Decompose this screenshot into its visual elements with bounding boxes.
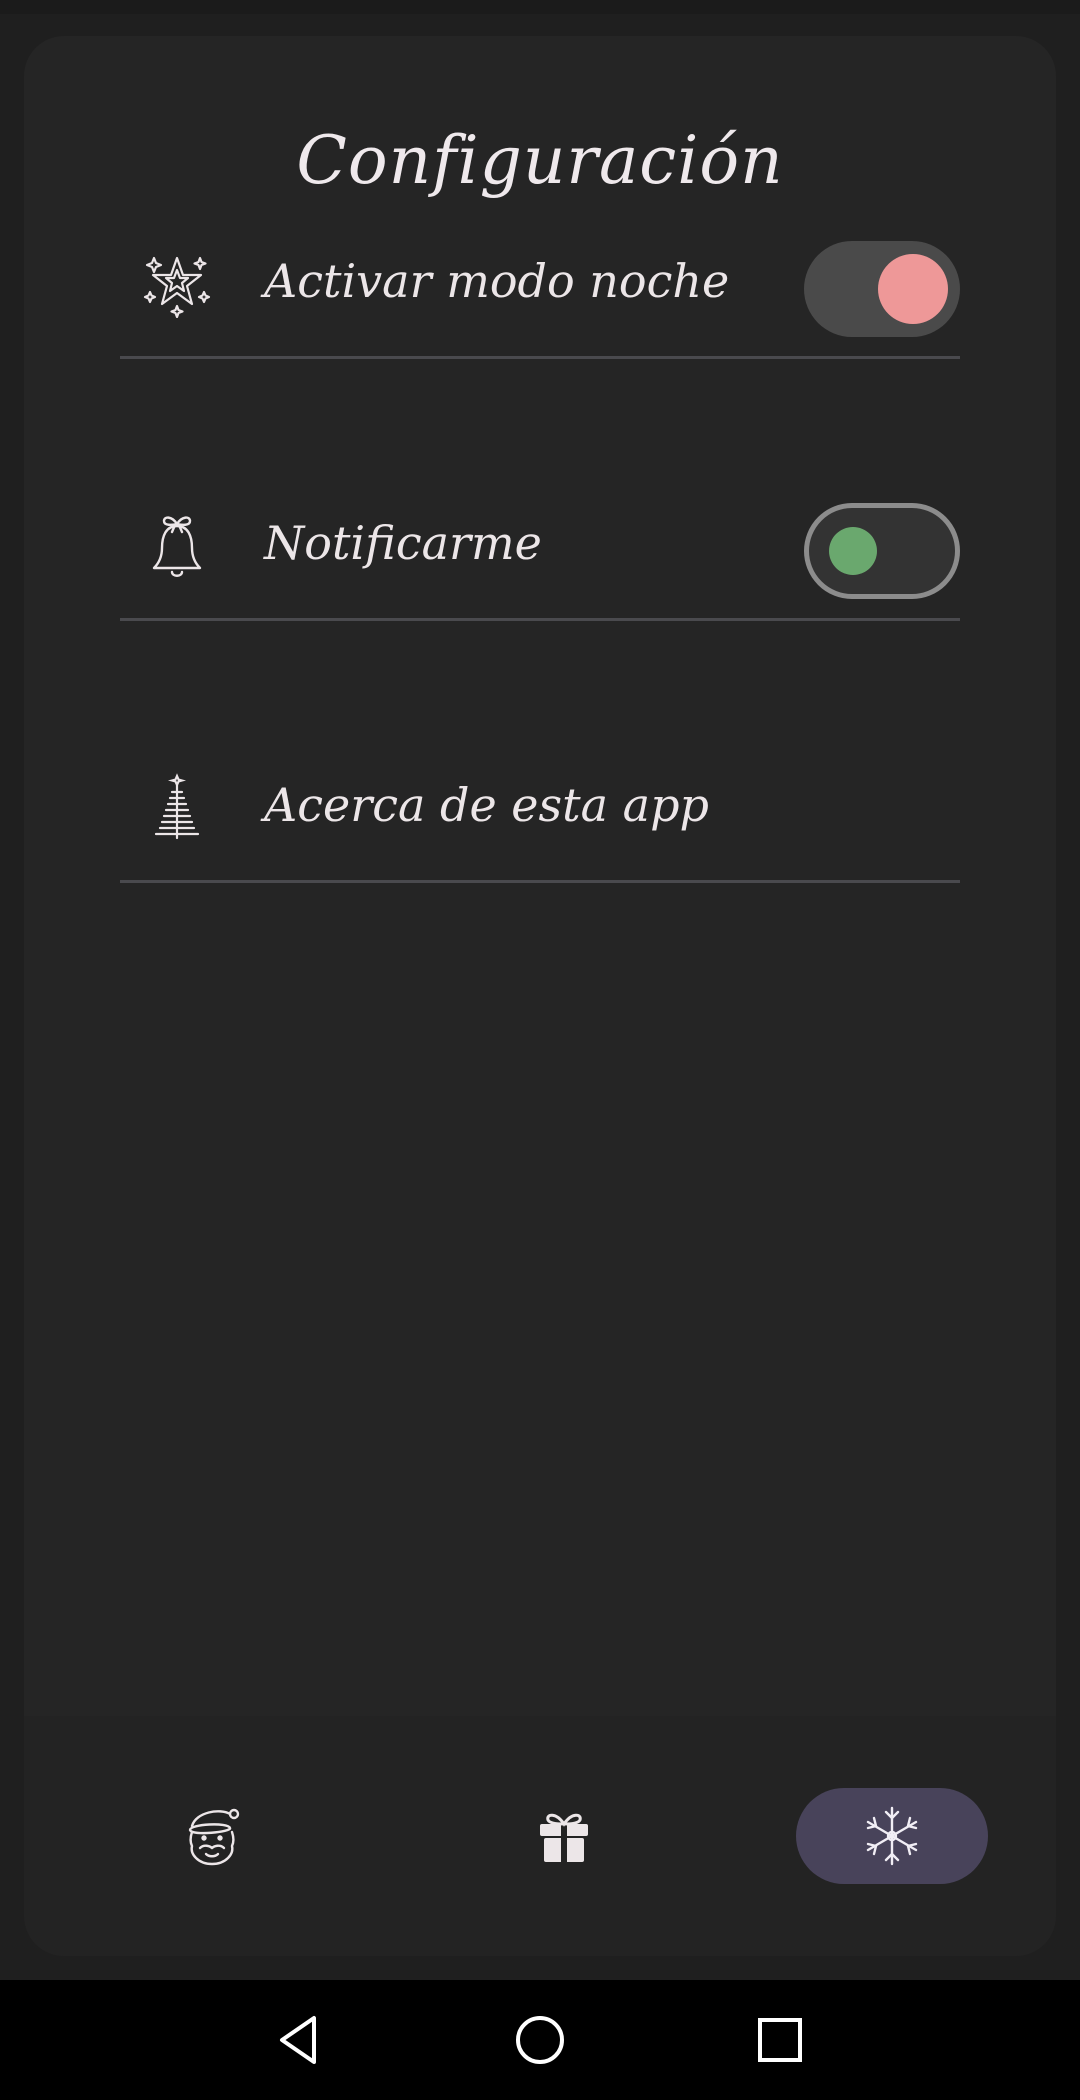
home-button[interactable] [510,2010,570,2070]
setting-row-night-mode[interactable]: Activar modo noche [120,206,960,359]
setting-label-night-mode: Activar modo noche [264,254,730,308]
notifications-toggle[interactable] [804,503,960,599]
system-navigation-bar [0,1980,1080,2100]
page-title: Configuración [296,122,784,199]
nav-snowflake[interactable] [796,1788,988,1884]
setting-row-notifications[interactable]: Notificarme [120,468,960,621]
christmas-tree-icon [142,772,212,842]
bottom-navigation [24,1716,1056,1956]
home-icon [516,2016,564,2064]
settings-screen: Configuración Activar modo noche Notific… [24,36,1056,1956]
setting-row-about[interactable]: Acerca de esta app [120,730,960,883]
toggle-knob [878,254,948,324]
gift-icon [532,1804,596,1868]
toggle-knob [829,527,877,575]
bell-icon [142,510,212,580]
back-icon [280,2016,316,2064]
back-button[interactable] [270,2010,330,2070]
night-mode-toggle[interactable] [804,241,960,337]
setting-label-notifications: Notificarme [264,516,542,570]
nav-gift[interactable] [504,1788,624,1884]
star-icon [142,248,212,318]
recent-apps-button[interactable] [750,2010,810,2070]
setting-label-about: Acerca de esta app [264,778,709,832]
status-bar [0,0,1080,14]
recent-apps-icon [758,2018,802,2062]
snowflake-icon [860,1804,924,1868]
santa-icon [180,1804,244,1868]
nav-santa[interactable] [152,1788,272,1884]
